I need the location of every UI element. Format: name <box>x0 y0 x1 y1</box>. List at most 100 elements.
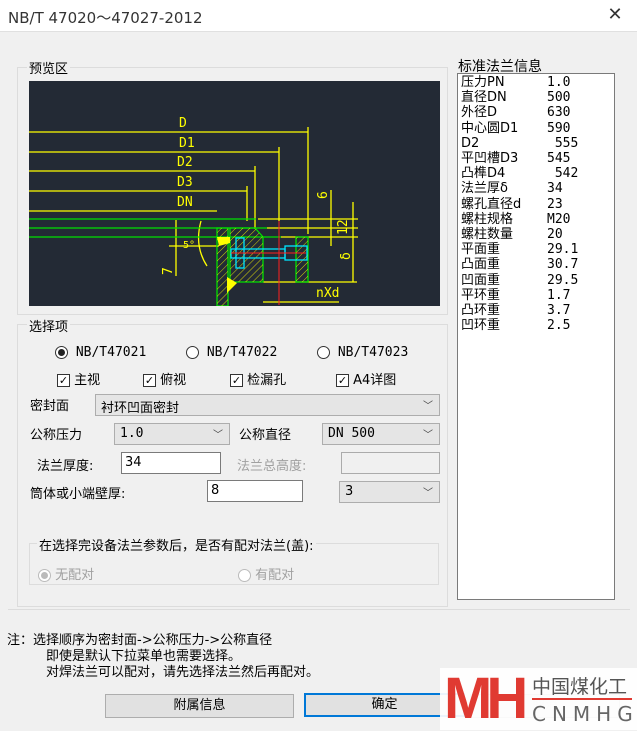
check-a4-detail[interactable]: ✓ A4详图 <box>336 369 396 388</box>
watermark-logo: MH 中国煤化工 CNMHG <box>440 668 637 730</box>
info-row[interactable]: 螺柱规格 M20 <box>461 212 570 227</box>
info-row[interactable]: 平面重 29.1 <box>461 242 578 258</box>
label-nxd: nXd <box>316 286 339 301</box>
wall-select-value: 3 <box>345 484 354 499</box>
info-row[interactable]: D2 555 <box>461 135 578 151</box>
info-row[interactable]: 外径D 630 <box>461 105 570 120</box>
radio-label: NB/T47022 <box>206 345 278 360</box>
pressure-value: 1.0 <box>120 426 144 441</box>
label-12: 12 <box>336 219 351 235</box>
window-title: NB/T 47020～47027-2012 <box>8 9 203 27</box>
close-icon[interactable]: ✕ <box>603 4 627 25</box>
total-height-label: 法兰总高度: <box>237 459 307 474</box>
info-row[interactable]: 凸环重 3.7 <box>461 303 570 318</box>
info-row[interactable]: 螺孔直径d 23 <box>461 196 563 212</box>
checkbox-checked-icon[interactable]: ✓ <box>336 374 349 387</box>
info-row[interactable]: 凸榫D4 542 <box>461 166 578 181</box>
diameter-label: 公称直径 <box>239 428 292 443</box>
attach-info-button[interactable]: 附属信息 <box>105 694 294 718</box>
separator <box>8 609 630 610</box>
thickness-label: 法兰厚度: <box>37 459 94 474</box>
check-main-view[interactable]: ✓ 主视 <box>57 369 100 388</box>
info-key: 凹环重 <box>461 318 501 334</box>
radio-no-pair[interactable]: 无配对 <box>38 564 94 583</box>
info-row[interactable]: 压力PN 1.0 <box>461 75 570 90</box>
checkbox-checked-icon[interactable]: ✓ <box>143 374 156 387</box>
info-list[interactable]: 压力PN 1.0 直径DN 500 外径D 630 中心圆D1 590 D2 555 平凹槽D3 5… <box>457 73 615 600</box>
thickness-input[interactable]: 34 <box>121 452 221 474</box>
pair-label: 在选择完设备法兰参数后，是否有配对法兰(盖): <box>37 535 316 554</box>
info-value: 20 <box>547 227 563 242</box>
watermark-cn: 中国煤化工 <box>532 676 628 698</box>
total-height-input[interactable] <box>341 452 440 474</box>
info-value: 1.0 <box>547 75 571 90</box>
wall-input[interactable]: 8 <box>207 480 303 502</box>
diameter-value: DN 500 <box>328 426 375 441</box>
info-value: 23 <box>547 196 563 212</box>
info-row[interactable]: 直径DN 500 <box>461 90 570 105</box>
info-value: 29.1 <box>547 242 579 258</box>
info-row[interactable]: 螺柱数量 20 <box>461 227 563 242</box>
title-bar: NB/T 47020～47027-2012 ✕ <box>0 0 637 32</box>
radio-nbt47021[interactable]: NB/T47021 <box>55 345 146 360</box>
check-top-view[interactable]: ✓ 俯视 <box>143 369 186 388</box>
wall-label: 筒体或小端壁厚: <box>30 487 126 502</box>
info-value: 2.5 <box>547 318 571 334</box>
info-key: 凹面重 <box>461 272 501 288</box>
check-leak-hole[interactable]: ✓ 检漏孔 <box>230 369 286 388</box>
flange-drawing-svg: D D1 D2 D3 DN nXd 6 12 δ 7 5° <box>29 116 358 307</box>
radio-selected-icon[interactable] <box>55 346 68 359</box>
radio-nbt47022[interactable]: NB/T47022 <box>186 345 277 360</box>
seal-value: 衬环凹面密封 <box>101 401 180 416</box>
radio-selected-icon[interactable] <box>38 569 51 582</box>
info-row[interactable]: 法兰厚δ 34 <box>461 181 563 196</box>
radio-icon[interactable] <box>317 346 330 359</box>
radio-label: 有配对 <box>255 568 295 583</box>
info-row[interactable]: 平凹槽D3 545 <box>461 151 570 166</box>
info-key: 平凹槽D3 <box>461 151 519 166</box>
pressure-select[interactable]: 1.0 ﹀ <box>114 423 230 445</box>
info-key: D2 <box>461 135 480 151</box>
chevron-down-icon: ﹀ <box>423 430 433 441</box>
info-value: 590 <box>547 120 571 136</box>
info-row[interactable]: 凹面重 29.5 <box>461 272 578 288</box>
checkbox-checked-icon[interactable]: ✓ <box>230 374 243 387</box>
wall-select[interactable]: 3 ﹀ <box>339 481 440 503</box>
seal-select[interactable]: 衬环凹面密封 ﹀ <box>95 394 440 416</box>
radio-icon[interactable] <box>186 346 199 359</box>
flange-drawing: D D1 D2 D3 DN nXd 6 12 δ 7 5° <box>29 81 440 307</box>
info-value: 1.7 <box>547 287 571 303</box>
info-value: M20 <box>547 211 571 227</box>
label-d3: D3 <box>177 175 193 190</box>
check-label: 检漏孔 <box>247 373 287 388</box>
info-row[interactable]: 凸面重 30.7 <box>461 257 578 272</box>
pressure-label: 公称压力 <box>30 428 83 443</box>
label-angle: 5° <box>183 240 195 251</box>
info-row[interactable]: 凹环重 2.5 <box>461 318 570 334</box>
check-label: 俯视 <box>160 373 187 388</box>
info-value: 555 <box>547 135 579 151</box>
info-row[interactable]: 平环重 1.7 <box>461 288 570 303</box>
info-key: 中心圆D1 <box>461 120 519 136</box>
label-d2: D2 <box>177 155 193 170</box>
info-value: 29.5 <box>547 272 579 288</box>
watermark-en: CNMHG <box>532 702 637 726</box>
info-row[interactable]: 中心圆D1 590 <box>461 120 570 136</box>
info-value: 542 <box>547 166 579 182</box>
check-label: A4详图 <box>353 373 397 388</box>
info-value: 630 <box>547 105 571 121</box>
info-key: 平面重 <box>461 242 501 258</box>
radio-label: NB/T47023 <box>337 345 409 360</box>
info-value: 500 <box>547 90 571 106</box>
label-6: 6 <box>316 191 331 199</box>
checkbox-checked-icon[interactable]: ✓ <box>57 374 70 387</box>
radio-has-pair[interactable]: 有配对 <box>238 564 294 583</box>
info-key: 压力PN <box>461 75 505 90</box>
radio-icon[interactable] <box>238 569 251 582</box>
watermark-mark: MH <box>444 666 528 731</box>
info-key: 螺孔直径d <box>461 196 522 212</box>
diameter-select[interactable]: DN 500 ﹀ <box>322 423 440 445</box>
options-label: 选择项 <box>27 316 71 335</box>
radio-nbt47023[interactable]: NB/T47023 <box>317 345 408 360</box>
label-d1: D1 <box>179 136 195 151</box>
